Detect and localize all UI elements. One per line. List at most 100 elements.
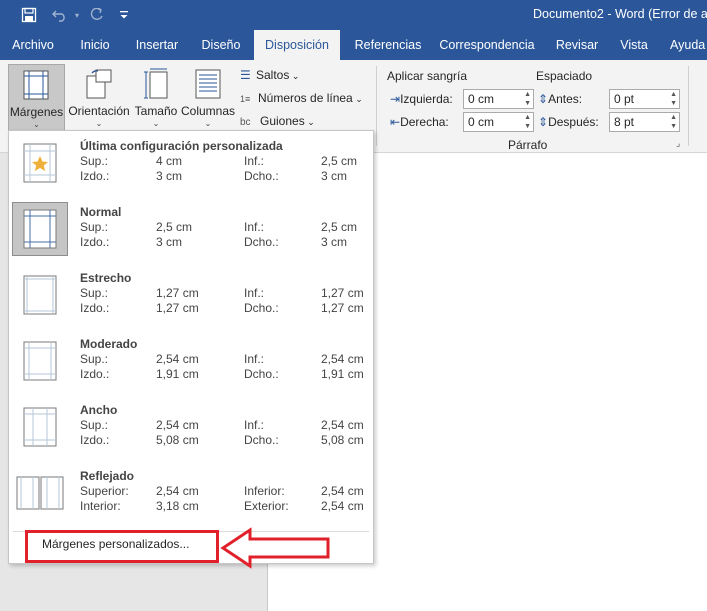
margin-bottom-value: 2,54 cm [321, 418, 364, 432]
margin-left-value: 1,27 cm [156, 301, 199, 315]
margin-bottom-label: Inferior: [244, 484, 285, 498]
spacing-after-icon: ⇕ [538, 115, 549, 129]
undo-icon[interactable] [48, 5, 72, 25]
indent-left-input[interactable]: 0 cm ▲ ▼ [463, 89, 534, 109]
tab-vista[interactable]: Vista [614, 30, 654, 60]
breaks-button[interactable]: ☰ Saltos ⌄ [240, 65, 299, 85]
columns-label: Columnas [180, 104, 236, 118]
margin-bottom-value: 1,27 cm [321, 286, 364, 300]
margin-left-value: 3,18 cm [156, 499, 199, 513]
margin-top-value: 4 cm [156, 154, 183, 168]
margin-option-mirrored[interactable]: Reflejado Superior: 2,54 cm Inferior: 2,… [10, 464, 372, 524]
margin-right-label: Dcho.: [244, 235, 279, 249]
indent-right-icon: ⇤ [390, 115, 401, 129]
orientation-icon [86, 69, 112, 99]
margin-bottom-label: Inf.: [244, 154, 265, 168]
spin-arrows-icon[interactable]: ▲ ▼ [524, 90, 531, 108]
spacing-before-label: ⇕Antes: [538, 92, 583, 106]
mirrored-margins-icon [12, 466, 68, 520]
margin-left-label: Izdo.: [80, 235, 110, 249]
indent-right-label: ⇤Derecha: [390, 115, 449, 129]
spacing-after-input[interactable]: 8 pt ▲ ▼ [609, 112, 680, 132]
columns-icon [195, 69, 221, 99]
chevron-down-icon: ⌄ [352, 94, 363, 104]
tab-revisar[interactable]: Revisar [548, 30, 606, 60]
chevron-down-icon: ⌄ [152, 119, 160, 128]
wide-margins-icon [12, 400, 68, 454]
margin-right-label: Dcho.: [244, 301, 279, 315]
margin-right-value: 1,27 cm [321, 301, 364, 315]
margins-button[interactable]: Márgenes ⌄ [8, 64, 65, 132]
margin-right-value: 5,08 cm [321, 433, 364, 447]
margin-option-title: Última configuración personalizada [80, 139, 283, 153]
margin-top-value: 2,54 cm [156, 352, 199, 366]
margin-right-label: Dcho.: [244, 367, 279, 381]
margin-top-value: 2,54 cm [156, 484, 199, 498]
columns-button[interactable]: Columnas ⌄ [180, 64, 236, 132]
spin-arrows-icon[interactable]: ▲ ▼ [670, 113, 677, 131]
tab-ayuda[interactable]: Ayuda [670, 30, 707, 60]
margin-left-label: Interior: [80, 499, 121, 513]
margin-left-label: Izdo.: [80, 301, 110, 315]
size-button[interactable]: Tamaño ⌄ [134, 64, 178, 132]
margin-bottom-value: 2,54 cm [321, 352, 364, 366]
ribbon-separator [688, 66, 689, 146]
undo-dropdown-icon[interactable]: ▾ [72, 5, 82, 25]
spacing-before-icon: ⇕ [538, 92, 549, 106]
margin-right-label: Exterior: [244, 499, 289, 513]
line-numbers-label: Números de línea [258, 91, 353, 105]
margin-bottom-value: 2,5 cm [321, 220, 358, 234]
size-icon [144, 68, 168, 99]
margin-option-last-custom[interactable]: Última configuración personalizada Sup.:… [10, 134, 372, 194]
margin-bottom-value: 2,54 cm [321, 484, 364, 498]
normal-margins-icon [12, 202, 68, 256]
line-numbers-button[interactable]: 1≡ Números de línea ⌄ [240, 88, 363, 108]
margin-option-title: Normal [80, 205, 122, 219]
indent-left-icon: ⇥ [390, 92, 401, 106]
breaks-label: Saltos [256, 68, 290, 82]
dialog-launcher-icon[interactable]: ⌟ [676, 138, 680, 149]
size-label: Tamaño [134, 104, 178, 118]
margin-option-title: Moderado [80, 337, 138, 351]
margin-option-title: Ancho [80, 403, 118, 417]
margin-right-value: 3 cm [321, 169, 348, 183]
margin-right-label: Dcho.: [244, 169, 279, 183]
margin-bottom-label: Inf.: [244, 220, 265, 234]
margin-option-wide[interactable]: Ancho Sup.: 2,54 cm Inf.: 2,54 cm Izdo.:… [10, 398, 372, 458]
custom-star-margins-icon [12, 136, 68, 190]
margins-icon [23, 70, 49, 100]
tab-disposicion[interactable]: Disposición [254, 30, 340, 60]
margin-top-value: 1,27 cm [156, 286, 199, 300]
margin-top-value: 2,5 cm [156, 220, 193, 234]
margin-left-label: Izdo.: [80, 367, 110, 381]
tab-inicio[interactable]: Inicio [70, 30, 120, 60]
margin-option-moderate[interactable]: Moderado Sup.: 2,54 cm Inf.: 2,54 cm Izd… [10, 332, 372, 392]
tab-archivo[interactable]: Archivo [4, 30, 62, 60]
margin-top-value: 2,54 cm [156, 418, 199, 432]
annotation-arrow-icon [220, 527, 330, 569]
tab-referencias[interactable]: Referencias [346, 30, 430, 60]
tab-correspondencia[interactable]: Correspondencia [436, 30, 538, 60]
orientation-button[interactable]: Orientación ⌄ [66, 64, 132, 132]
orientation-label: Orientación [68, 104, 130, 118]
spin-arrows-icon[interactable]: ▲ ▼ [670, 90, 677, 108]
chevron-down-icon: ⌄ [289, 71, 300, 81]
save-icon[interactable] [18, 5, 40, 25]
margins-dropdown: Última configuración personalizada Sup.:… [8, 130, 374, 564]
margin-option-narrow[interactable]: Estrecho Sup.: 1,27 cm Inf.: 1,27 cm Izd… [10, 266, 372, 326]
indent-header: Aplicar sangría [387, 69, 468, 83]
margin-right-value: 3 cm [321, 235, 348, 249]
indent-right-input[interactable]: 0 cm ▲ ▼ [463, 112, 534, 132]
breaks-icon: ☰ [240, 68, 251, 82]
chevron-down-icon: ⌄ [204, 119, 212, 128]
tab-insertar[interactable]: Insertar [128, 30, 186, 60]
margin-left-value: 5,08 cm [156, 433, 199, 447]
tab-diseno[interactable]: Diseño [194, 30, 248, 60]
redo-icon[interactable] [86, 5, 108, 25]
spin-arrows-icon[interactable]: ▲ ▼ [524, 113, 531, 131]
margin-option-normal[interactable]: Normal Sup.: 2,5 cm Inf.: 2,5 cm Izdo.: … [10, 200, 372, 260]
customize-toolbar-icon[interactable] [116, 5, 132, 25]
spacing-before-input[interactable]: 0 pt ▲ ▼ [609, 89, 680, 109]
annotation-highlight-box [25, 530, 219, 563]
hyphenation-button[interactable]: bc Guiones ⌄ [240, 111, 315, 131]
